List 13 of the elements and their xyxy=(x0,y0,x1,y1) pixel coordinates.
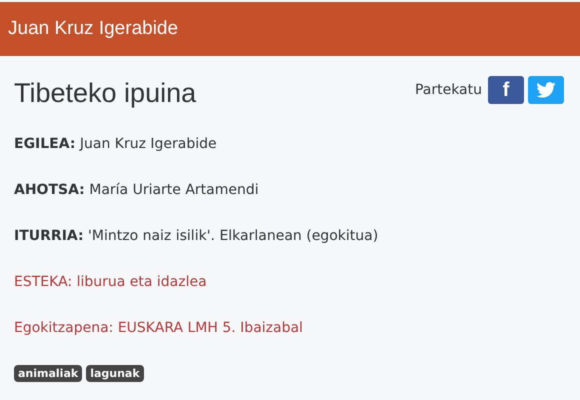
info-link[interactable]: Egokitzapena: EUSKARA LMH 5. Ibaizabal xyxy=(14,305,303,351)
info-link[interactable]: ESTEKA: liburua eta idazlea xyxy=(14,259,207,305)
site-title: Juan Kruz Igerabide xyxy=(8,18,178,40)
facebook-share-button[interactable]: f xyxy=(488,76,524,104)
twitter-share-button[interactable] xyxy=(528,76,564,104)
share-label: Partekatu xyxy=(414,82,482,98)
info-line: ITURRIA: 'Mintzo naiz isilik'. Elkarlanean (egokitua) xyxy=(14,227,380,246)
article-title: Tibeteko ipuina xyxy=(14,78,196,109)
tag-chip[interactable]: lagunak xyxy=(86,365,144,382)
info-line: AHOTSA: María Uriarte Artamendi xyxy=(14,181,260,200)
bird-icon xyxy=(536,82,556,98)
info-line: EGILEA: Juan Kruz Igerabide xyxy=(14,135,218,154)
tag-chip[interactable]: animaliak xyxy=(14,365,82,382)
